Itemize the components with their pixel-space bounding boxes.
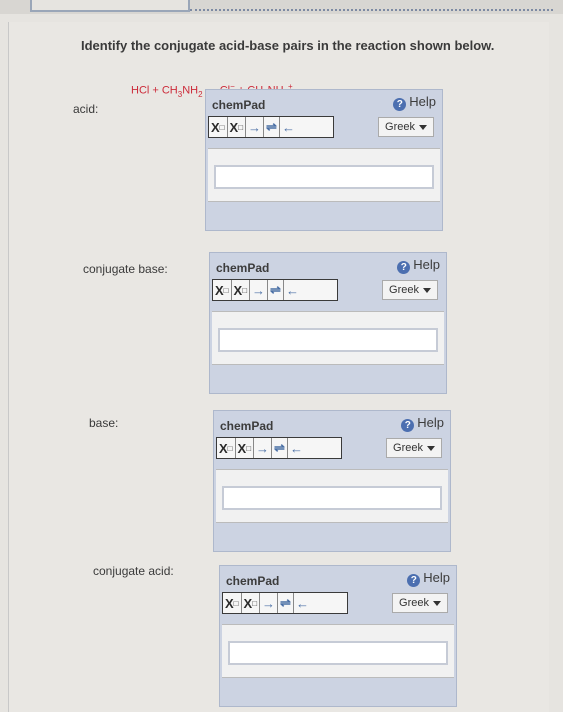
subscript-label: X [219,440,228,456]
question-prompt: Identify the conjugate acid-base pairs i… [81,38,495,53]
answer-input-conjugate-acid[interactable] [228,641,448,665]
left-arrow-button[interactable]: ← [280,117,297,137]
acid-label: acid: [73,102,99,116]
equilibrium-arrow-button[interactable]: ⇌ [272,438,288,458]
eq-part: HCl + CH [131,84,178,97]
equilibrium-arrow-button[interactable]: ⇌ [278,593,294,613]
chempad-conjugate-base: chemPad ? Help X □ X □ → ⇌ ← Greek [209,252,447,394]
equilibrium-arrow-button[interactable]: ⇌ [264,117,280,137]
conjugate-acid-label: conjugate acid: [93,564,174,578]
chempad-conjugate-acid: chemPad ? Help X □ X □ → ⇌ ← Greek [219,565,457,707]
equilibrium-arrow-button[interactable]: ⇌ [268,280,284,300]
subscript-label: X [225,595,234,611]
greek-label: Greek [389,284,419,296]
chempad-toolbar: X □ X □ → ⇌ ← [222,592,348,614]
chempad-acid: chemPad ? Help X □ X □ → ⇌ ← Greek [205,89,443,231]
answer-input-base[interactable] [222,486,442,510]
greek-label: Greek [385,121,415,133]
chempad-title: chemPad [216,261,270,275]
conjugate-base-label: conjugate base: [83,262,168,276]
subscript-label: X [211,119,220,135]
right-arrow-button[interactable]: → [254,438,273,458]
superscript-button[interactable]: X □ [232,280,251,300]
subscript-button[interactable]: X □ [209,117,228,137]
question-circle-icon: ? [407,574,421,587]
question-circle-icon: ? [401,419,415,432]
chempad-body [222,624,454,678]
caret-down-icon [432,600,441,606]
question-circle-icon: ? [397,261,411,274]
chempad-title: chemPad [226,574,280,588]
eq-sub: 2 [198,89,203,99]
superscript-label: X [233,282,243,298]
base-label: base: [89,416,119,430]
caret-down-icon [426,445,435,451]
help-button[interactable]: ? Help [401,415,444,432]
right-arrow-button[interactable]: → [260,593,279,613]
chempad-toolbar: X □ X □ → ⇌ ← [216,437,342,459]
subscript-button[interactable]: X □ [223,593,242,613]
greek-dropdown[interactable]: Greek [386,438,442,458]
subscript-button[interactable]: X □ [213,280,232,300]
superscript-button[interactable]: X □ [236,438,255,458]
superscript-label: X [229,119,239,135]
answer-input-conjugate-base[interactable] [218,328,438,352]
caret-down-icon [418,124,427,130]
chempad-body [212,311,444,365]
chempad-header: chemPad ? Help [220,566,456,592]
superscript-label: X [243,595,253,611]
chempad-header: chemPad ? Help [210,253,446,279]
help-label: Help [409,94,436,109]
help-button[interactable]: ? Help [393,94,436,111]
chempad-body [216,469,448,523]
chempad-toolbar: X □ X □ → ⇌ ← [212,279,338,301]
chempad-title: chemPad [212,98,266,112]
greek-label: Greek [399,597,429,609]
caret-down-icon [422,287,431,293]
question-frame: Identify the conjugate acid-base pairs i… [8,22,549,712]
subscript-button[interactable]: X □ [217,438,236,458]
help-button[interactable]: ? Help [407,570,450,587]
help-label: Help [423,570,450,585]
help-label: Help [413,257,440,272]
chempad-header: chemPad ? Help [206,90,442,116]
dotted-divider [190,9,553,11]
top-bar [0,0,563,14]
greek-dropdown[interactable]: Greek [378,117,434,137]
superscript-label: X [237,440,247,456]
left-arrow-button[interactable]: ← [288,438,305,458]
chempad-body [208,148,440,202]
eq-part: NH [182,84,199,97]
help-label: Help [417,415,444,430]
greek-dropdown[interactable]: Greek [382,280,438,300]
chempad-toolbar: X □ X □ → ⇌ ← [208,116,334,138]
greek-dropdown[interactable]: Greek [392,593,448,613]
greek-label: Greek [393,442,423,454]
top-tab [30,0,190,12]
right-arrow-button[interactable]: → [250,280,269,300]
superscript-button[interactable]: X □ [228,117,247,137]
chempad-base: chemPad ? Help X □ X □ → ⇌ ← Greek [213,410,451,552]
right-arrow-button[interactable]: → [246,117,265,137]
chempad-title: chemPad [220,419,274,433]
subscript-label: X [215,282,224,298]
question-circle-icon: ? [393,98,407,111]
left-arrow-button[interactable]: ← [294,593,311,613]
left-arrow-button[interactable]: ← [284,280,301,300]
answer-input-acid[interactable] [214,165,434,189]
help-button[interactable]: ? Help [397,257,440,274]
chempad-header: chemPad ? Help [214,411,450,437]
superscript-button[interactable]: X □ [242,593,261,613]
